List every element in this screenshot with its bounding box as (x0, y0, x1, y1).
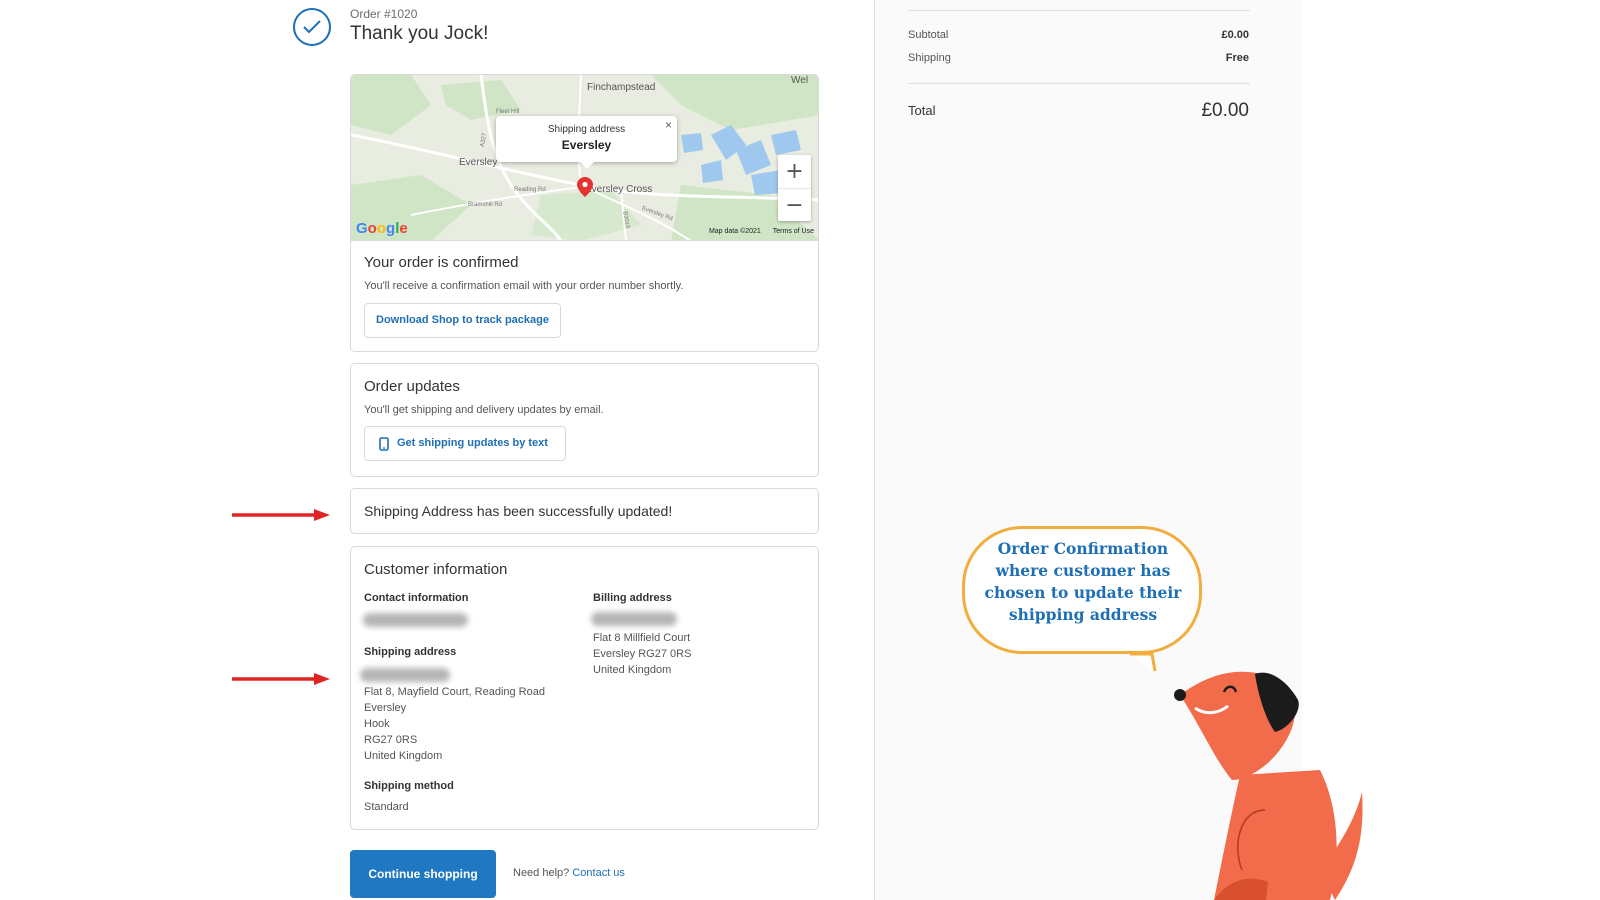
map-road-label: Reading Rd (514, 187, 546, 193)
shipping-updates-text-label: Get shipping updates by text (397, 437, 548, 449)
billing-address-line: United Kingdom (593, 664, 672, 676)
order-updates-text: You'll get shipping and delivery updates… (364, 404, 604, 416)
shipping-method-label: Shipping method (364, 780, 454, 792)
speech-bubble-tail (1130, 652, 1157, 672)
page-title: Thank you Jock! (350, 23, 489, 44)
map-popup: × Shipping address Eversley (496, 116, 677, 169)
billing-address-label: Billing address (593, 592, 672, 604)
shipping-label: Shipping (908, 52, 951, 64)
order-updates-title: Order updates (364, 378, 460, 395)
order-updates-card: Order updates You'll get shipping and de… (350, 363, 819, 477)
map-place-label: Eversley (459, 157, 498, 168)
total-label: Total (908, 103, 936, 118)
popup-title: Shipping address (547, 124, 626, 135)
contact-info-label: Contact information (364, 592, 469, 604)
shipping-address-line: Flat 8, Mayfield Court, Reading Road (364, 686, 545, 698)
checkmark-icon (293, 8, 331, 46)
address-updated-message: Shipping Address has been successfully u… (364, 503, 673, 519)
redacted-billing-name (591, 612, 677, 626)
main-content: Order #1020 Thank you Jock! Finchampstea… (262, 0, 874, 900)
red-arrow-icon (232, 509, 330, 521)
speech-bubble: Order Confirmation where customer has ch… (962, 526, 1202, 654)
subtotal-value: £0.00 (1221, 29, 1249, 41)
shipping-address-line: RG27 0RS (364, 734, 418, 746)
red-arrow-icon (232, 673, 330, 685)
shipping-updates-text-button[interactable]: Get shipping updates by text (364, 426, 566, 461)
divider (908, 10, 1250, 11)
map-place-label: Eversley Cross (585, 184, 653, 195)
download-shop-button[interactable]: Download Shop to track package (364, 303, 561, 338)
terms-of-use-link[interactable]: Terms of Use (773, 228, 814, 235)
order-number: Order #1020 (350, 7, 418, 21)
customer-information-card: Customer information Contact information… (350, 546, 819, 830)
order-confirmed-card: Finchampstead Eversley Eversley Cross We… (350, 74, 819, 352)
address-updated-notice: Shipping Address has been successfully u… (350, 488, 819, 534)
customer-info-title: Customer information (364, 561, 508, 578)
annotation-text: Order Confirmation where customer has ch… (984, 539, 1182, 624)
map-road-label: Bramshill Rd (468, 202, 503, 208)
map-pin-icon[interactable] (577, 177, 593, 197)
contact-us-link[interactable]: Contact us (572, 867, 625, 879)
map-road-label: Fleet Hill (496, 109, 520, 115)
shipping-map[interactable]: Finchampstead Eversley Eversley Cross We… (351, 75, 818, 241)
phone-icon (379, 437, 389, 451)
billing-address-line: Flat 8 Millfield Court (593, 632, 691, 644)
subtotal-label: Subtotal (908, 29, 949, 41)
shipping-address-line: United Kingdom (364, 750, 443, 762)
map-data-attribution: Map data ©2021 (708, 228, 761, 235)
popup-location: Eversley (561, 138, 612, 152)
map-zoom-controls: + − (778, 155, 811, 221)
continue-shopping-button[interactable]: Continue shopping (350, 850, 496, 898)
help-prefix: Need help? (513, 867, 570, 879)
shipping-address-line: Eversley (364, 702, 407, 714)
redacted-contact (363, 613, 468, 627)
map-place-label: Wel (791, 75, 809, 86)
zoom-out-button[interactable]: − (778, 188, 811, 221)
close-icon[interactable]: × (665, 118, 672, 132)
dog-illustration (1174, 671, 1363, 900)
order-status-page: Order #1020 Thank you Jock! Finchampstea… (0, 0, 1600, 900)
redacted-shipping-name (360, 668, 450, 682)
help-text: Need help? Contact us (513, 867, 625, 879)
confirmed-title: Your order is confirmed (364, 254, 519, 271)
google-logo[interactable]: Google (356, 220, 408, 237)
map-footer: Map data ©2021 Terms of Use (699, 228, 814, 235)
zoom-in-button[interactable]: + (778, 155, 811, 188)
shipping-address-label: Shipping address (364, 646, 457, 658)
confirmed-text: You'll receive a confirmation email with… (364, 280, 684, 292)
billing-address-line: Eversley RG27 0RS (593, 648, 692, 660)
total-value: £0.00 (1201, 100, 1249, 121)
shipping-address-line: Hook (364, 718, 390, 730)
map-place-label: Finchampstead (587, 82, 656, 93)
shipping-value: Free (1225, 52, 1249, 64)
shipping-method-value: Standard (364, 801, 409, 813)
divider (908, 83, 1250, 84)
